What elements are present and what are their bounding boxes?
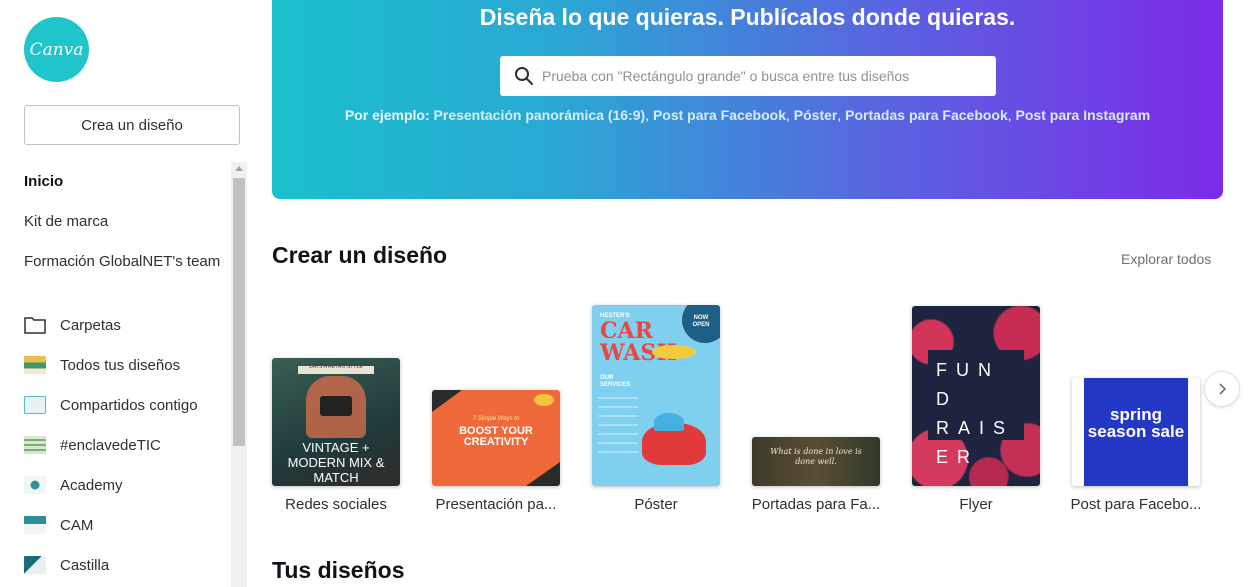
search-icon [515,67,533,85]
sidebar-item-label: Todos tus diseños [60,356,181,374]
template-thumbnail[interactable]: FUND RAISER [912,306,1040,486]
template-caption[interactable]: Redes sociales [266,496,406,513]
thumbnail-text: spring season sale [1087,405,1185,441]
thumbnail-small-text: 7 Simple Ways to [472,416,520,422]
your-designs-title: Tus diseños [272,557,405,583]
sidebar-item-label: Carpetas [60,316,121,334]
folder-icon [24,317,46,334]
design-thumbnail-icon [24,516,46,534]
logo-text: Canva [29,39,84,60]
search-examples: Por ejemplo: Presentación panorámica (16… [344,107,1151,123]
template-thumbnail[interactable]: HESTER'S CAR WASH NOW OPEN OUR SERVICES [592,305,720,486]
design-thumbnail-icon [24,436,46,454]
template-caption[interactable]: Póster [586,496,726,513]
sidebar-item-label: CAM [60,516,94,534]
scrollbar-thumb[interactable] [233,178,245,446]
thumbnail-text: FUND RAISER [936,360,1015,467]
template-thumbnail[interactable]: spring season sale [1072,378,1200,486]
template-caption[interactable]: Flyer [906,496,1046,513]
example-link-facebook-cover[interactable]: Portadas para Facebook [845,107,1008,123]
example-link-presentation[interactable]: Presentación panorámica (16:9) [434,107,646,123]
sidebar-item-label: #enclavedeTIC [60,436,161,454]
template-thumbnail[interactable]: DAYS A RETRO STYLE VINTAGE + MODERN MIX … [272,358,400,486]
example-link-instagram-post[interactable]: Post para Instagram [1016,107,1151,123]
sidebar-item-castilla[interactable]: Castilla [24,554,109,576]
design-thumbnail-icon [24,476,46,494]
sidebar-item-team[interactable]: Formación GlobalNET's team [24,253,220,270]
template-caption[interactable]: Portadas para Fa... [746,496,886,513]
thumbnail-text: VINTAGE + MODERN MIX & MATCH [287,440,385,485]
scroll-up-icon[interactable] [235,166,243,171]
sidebar-item-brand-kit[interactable]: Kit de marca [24,213,108,230]
sidebar-item-label: Castilla [60,556,110,574]
thumbnail-text: BOOST YOUR CREATIVITY [459,425,533,448]
thumbnail-services: OUR SERVICES [600,375,631,388]
sidebar-nav: Inicio Kit de marca Formación GlobalNET'… [0,162,250,587]
sidebar-item-enclavedetic[interactable]: #enclavedeTIC [24,434,161,456]
sidebar-item-all-designs[interactable]: Todos tus diseños [24,354,180,376]
design-thumbnail-icon [24,356,46,374]
explore-all-link[interactable]: Explorar todos [1121,251,1211,267]
example-link-poster[interactable]: Póster [794,107,838,123]
thumbnail-small-text: DAYS A RETRO STYLE [309,364,363,370]
template-thumbnail[interactable]: What is done in love is done well. [752,437,880,486]
search-input[interactable] [542,68,972,84]
sidebar-scrollbar[interactable] [231,162,247,587]
thumbnail-badge: NOW OPEN [692,315,710,328]
template-thumbnail[interactable]: 7 Simple Ways to BOOST YOUR CREATIVITY [432,390,560,486]
sidebar-item-label: Compartidos contigo [60,396,198,414]
template-caption[interactable]: Presentación pa... [426,496,566,513]
sidebar-item-label: Academy [60,476,123,494]
sidebar: Canva Crea un diseño Inicio Kit de marca… [0,0,250,587]
carousel-next-button[interactable] [1204,371,1240,407]
examples-label: Por ejemplo: [344,107,430,123]
template-caption[interactable]: Post para Facebo... [1066,496,1206,513]
thumbnail-text: What is done in love is done well. [770,447,862,466]
example-link-facebook-post[interactable]: Post para Facebook [653,107,786,123]
sidebar-item-shared[interactable]: Compartidos contigo [24,394,198,416]
design-thumbnail-icon [24,556,46,574]
create-design-button[interactable]: Crea un diseño [24,105,240,145]
sidebar-item-academy[interactable]: Academy [24,474,123,496]
create-section-title: Crear un diseño [272,242,448,268]
hero-banner: Diseña lo que quieras. Publícalos donde … [272,0,1223,199]
hero-title: Diseña lo que quieras. Publícalos donde … [479,4,1016,30]
canva-logo[interactable]: Canva [24,17,89,82]
design-thumbnail-icon [24,396,46,414]
chevron-right-icon [1219,383,1227,395]
sidebar-item-cam[interactable]: CAM [24,514,93,536]
sidebar-item-inicio[interactable]: Inicio [24,173,63,190]
search-box[interactable] [500,56,996,96]
sidebar-item-folders[interactable]: Carpetas [24,314,121,336]
